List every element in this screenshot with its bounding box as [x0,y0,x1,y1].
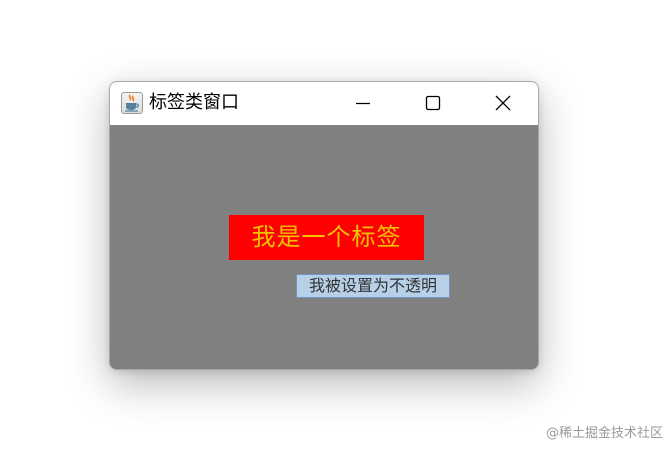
close-button[interactable] [480,82,526,125]
desktop: 标签类窗口 我是一个标签 我被设置为不透明 @稀土掘金技术社区 [0,0,670,449]
app-window: 标签类窗口 我是一个标签 我被设置为不透明 [109,81,539,370]
maximize-icon [425,95,441,111]
content-pane: 我是一个标签 我被设置为不透明 [110,125,538,369]
maximize-button[interactable] [410,82,456,125]
red-label: 我是一个标签 [229,215,424,260]
java-coffee-icon[interactable] [121,92,143,114]
window-title: 标签类窗口 [149,92,239,113]
watermark: @稀土掘金技术社区 [545,426,663,441]
minimize-icon [356,102,370,105]
opaque-label: 我被设置为不透明 [296,274,450,298]
close-icon [495,95,511,111]
title-bar[interactable]: 标签类窗口 [110,82,538,125]
minimize-button[interactable] [340,82,386,125]
